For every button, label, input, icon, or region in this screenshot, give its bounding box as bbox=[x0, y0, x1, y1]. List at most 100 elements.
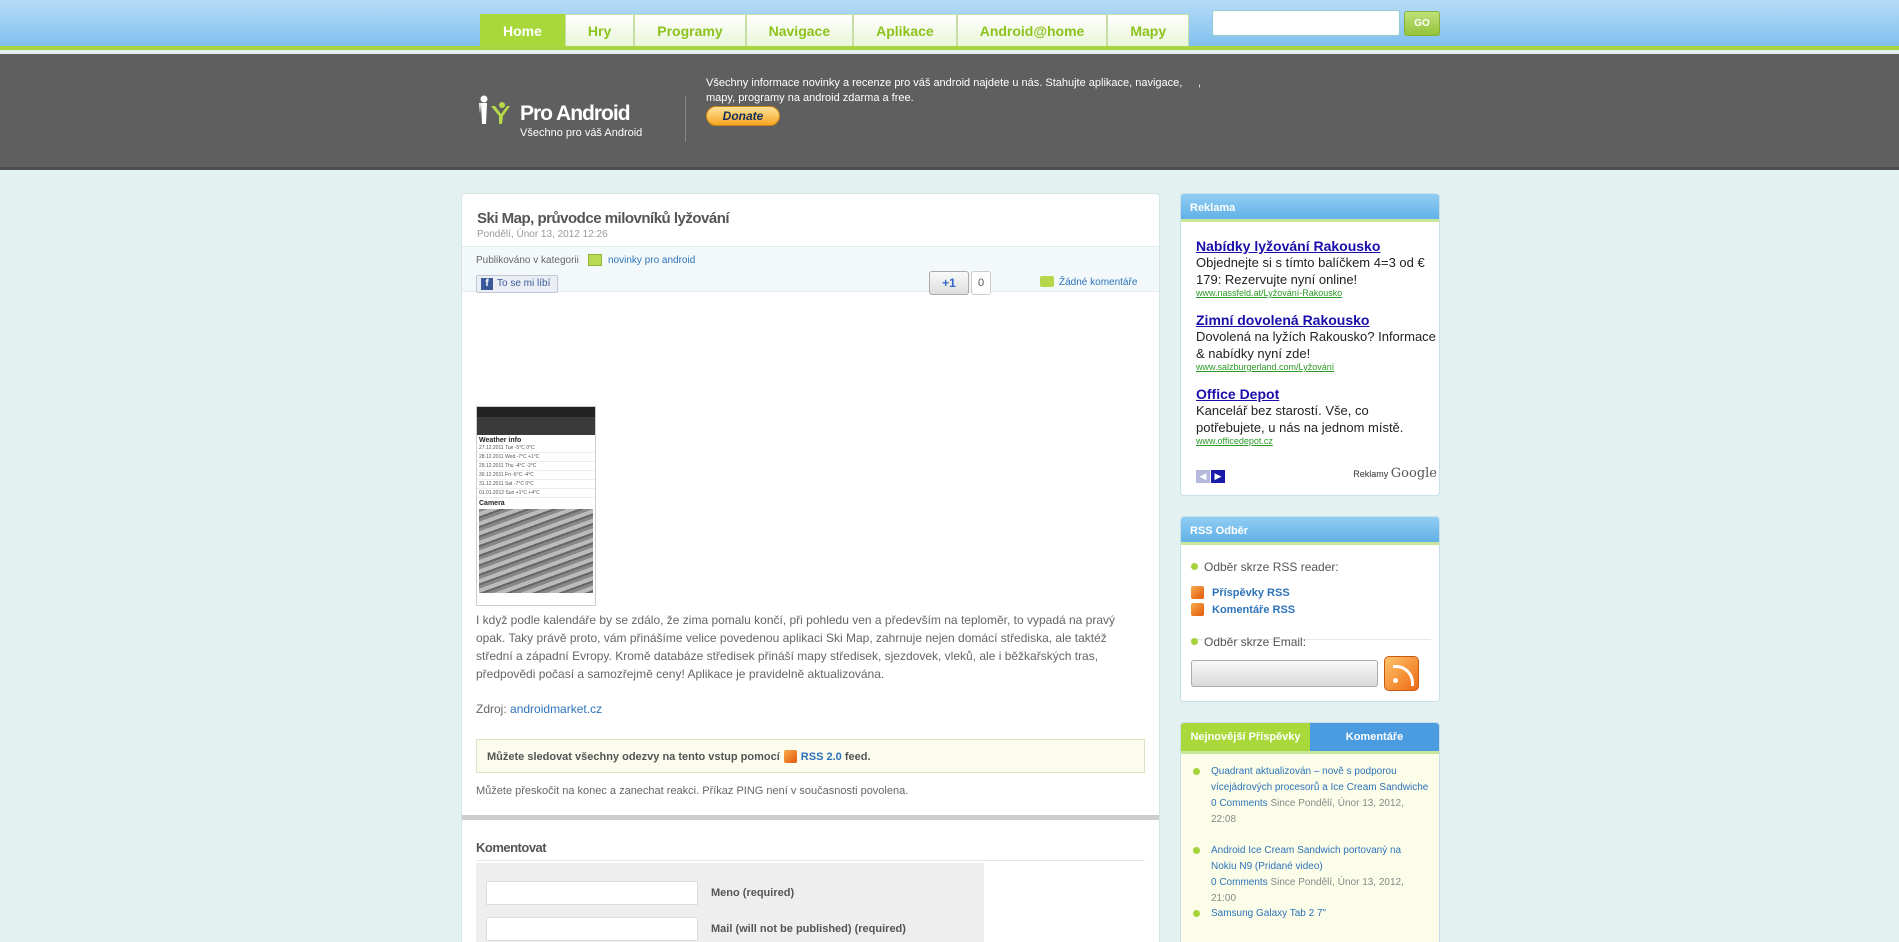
follow-text: Můžete sledovat všechny odezvy na tento … bbox=[487, 751, 780, 763]
ad-item[interactable]: Zimní dovolená Rakousko Dovolená na lyží… bbox=[1196, 312, 1439, 372]
donate-button[interactable]: Donate bbox=[706, 106, 780, 126]
ad-title[interactable]: Nabídky lyžování Rakousko bbox=[1196, 238, 1439, 254]
nav-home[interactable]: Home bbox=[480, 14, 565, 46]
ads-widget: Reklama Nabídky lyžování Rakousko Objedn… bbox=[1180, 193, 1440, 496]
post-meta: Publikováno v kategorii novinky pro andr… bbox=[462, 246, 1159, 295]
ad-title[interactable]: Zimní dovolená Rakousko bbox=[1196, 312, 1439, 328]
nav-programy[interactable]: Programy bbox=[634, 14, 746, 46]
bullet-icon bbox=[1193, 768, 1200, 775]
list-item: Android Ice Cream Sandwich portovaný na … bbox=[1193, 843, 1429, 907]
like-label: To se mi líbí bbox=[497, 278, 551, 289]
ad-next-arrow-icon[interactable]: ▶ bbox=[1211, 470, 1225, 483]
rss-comments-label: Komentáře RSS bbox=[1212, 604, 1296, 616]
rss-widget: RSS Odběr Odběr skrze RSS reader: Příspě… bbox=[1180, 516, 1440, 702]
comment-heading: Komentovat bbox=[476, 840, 547, 855]
top-navigation-bar: Home Hry Programy Navigace Aplikace Andr… bbox=[0, 0, 1899, 50]
post-separator bbox=[462, 815, 1159, 820]
source-link[interactable]: androidmarket.cz bbox=[510, 702, 602, 716]
search-input[interactable] bbox=[1212, 10, 1400, 36]
ads-widget-title: Reklama bbox=[1181, 194, 1439, 222]
ad-item[interactable]: Office Depot Kancelář bez starostí. Vše,… bbox=[1196, 386, 1439, 446]
rss-reader-item: Odběr skrze RSS reader: bbox=[1191, 560, 1339, 574]
google-plusone-button[interactable]: +1 bbox=[929, 271, 969, 295]
weather-info-title: Weather info bbox=[479, 437, 522, 444]
post-date: Pondělí, Únor 13, 2012 12:26 bbox=[477, 229, 608, 240]
post-source: Zdroj: androidmarket.cz bbox=[476, 702, 602, 716]
bullet-icon bbox=[1191, 638, 1198, 645]
recent-post-comments[interactable]: 0 Comments bbox=[1211, 877, 1268, 888]
weather-row: 01.01.2012 Sun +1°C +4°C bbox=[477, 489, 595, 498]
rss-subscribe-icon[interactable] bbox=[1384, 656, 1419, 691]
comment-bubble-icon bbox=[1040, 276, 1054, 287]
ad-prev-arrow-icon[interactable]: ◀ bbox=[1196, 470, 1210, 483]
rss-posts-link[interactable]: Příspěvky RSS bbox=[1191, 586, 1290, 599]
phone-status-bar bbox=[477, 407, 595, 417]
rss-comments-link[interactable]: Komentáře RSS bbox=[1191, 603, 1295, 616]
nav-hry[interactable]: Hry bbox=[564, 14, 635, 46]
ad-pager: ◀ ▶ bbox=[1196, 468, 1226, 483]
tab-recent-posts[interactable]: Nejnovější Příspěvky bbox=[1181, 723, 1310, 751]
weather-row: 29.12.2011 Thu -4°C -2°C bbox=[477, 462, 595, 471]
ad-url[interactable]: www.officedepot.cz bbox=[1196, 436, 1439, 446]
list-item: Quadrant aktualizován – nově s podporou … bbox=[1193, 764, 1429, 828]
ad-title[interactable]: Office Depot bbox=[1196, 386, 1439, 402]
ad-item[interactable]: Nabídky lyžování Rakousko Objednejte si … bbox=[1196, 238, 1439, 298]
recent-post-link[interactable]: Samsung Galaxy Tab 2 7" bbox=[1211, 908, 1326, 919]
mail-field[interactable] bbox=[486, 917, 698, 941]
nav-aplikace[interactable]: Aplikace bbox=[853, 14, 957, 46]
comment-form: Meno (required) Mail (will not be publis… bbox=[476, 863, 984, 942]
tab-bar: Nejnovější Příspěvky Komentáře bbox=[1181, 723, 1439, 751]
facebook-icon: f bbox=[481, 278, 493, 290]
ski-lift-camera-photo bbox=[479, 509, 593, 593]
post-body: I když podle kalendáře by se zdálo, že z… bbox=[476, 613, 1116, 681]
site-title[interactable]: Pro Android bbox=[520, 102, 631, 126]
ad-text: Kancelář bez starostí. Vše, co potřebuje… bbox=[1196, 403, 1404, 435]
comments-link[interactable]: Žádné komentáře bbox=[1059, 277, 1137, 288]
site-tagline: Všechno pro váš Android bbox=[520, 127, 643, 139]
recent-posts-list: Quadrant aktualizován – nově s podporou … bbox=[1181, 751, 1439, 942]
email-subscribe-input[interactable] bbox=[1191, 660, 1378, 687]
rss-posts-label: Příspěvky RSS bbox=[1212, 587, 1290, 599]
bullet-icon bbox=[1193, 847, 1200, 854]
rss-email-item: Odběr skrze Email: bbox=[1191, 635, 1306, 649]
header-info-text: Všechny informace novinky a recenze pro … bbox=[706, 77, 1183, 104]
logo-icon bbox=[479, 95, 510, 124]
category-link[interactable]: novinky pro android bbox=[608, 255, 695, 266]
plusone-count: 0 bbox=[971, 271, 991, 295]
post-title[interactable]: Ski Map, průvodce milovníků lyžování bbox=[477, 210, 730, 227]
go-button[interactable]: GO bbox=[1404, 11, 1440, 36]
nav-navigace[interactable]: Navigace bbox=[745, 14, 854, 46]
bullet-icon bbox=[1191, 563, 1198, 570]
nav-mapy[interactable]: Mapy bbox=[1107, 14, 1190, 46]
header-divider bbox=[685, 96, 686, 142]
post-screenshot[interactable]: Weather info 27.12.2011 Tue -5°C 0°C 28.… bbox=[476, 406, 596, 606]
comment-heading-line bbox=[476, 860, 1145, 861]
recent-post-comments[interactable]: 0 Comments bbox=[1211, 798, 1268, 809]
mail-label: Mail (will not be published) (required) bbox=[711, 923, 906, 935]
rss-icon bbox=[1191, 603, 1204, 616]
ads-footer-text: Reklamy bbox=[1353, 469, 1389, 479]
weather-row: 27.12.2011 Tue -5°C 0°C bbox=[477, 444, 595, 453]
posts-tabs-widget: Nejnovější Příspěvky Komentáře Quadrant … bbox=[1180, 722, 1440, 942]
google-logo: Google bbox=[1390, 466, 1437, 481]
tab-comments[interactable]: Komentáře bbox=[1310, 723, 1439, 751]
follow-suffix: feed. bbox=[844, 751, 871, 763]
facebook-like-button[interactable]: f To se mi líbí bbox=[476, 275, 558, 293]
name-label: Meno (required) bbox=[711, 887, 795, 899]
camera-title: Camera bbox=[479, 500, 505, 507]
weather-row: 28.12.2011 Wed -7°C +1°C bbox=[477, 453, 595, 462]
name-field[interactable] bbox=[486, 881, 698, 905]
source-label: Zdroj: bbox=[476, 702, 507, 716]
follow-rss-box: Můžete sledovat všechny odezvy na tento … bbox=[476, 739, 1145, 773]
header-info: Všechny informace novinky a recenze pro … bbox=[706, 76, 1206, 106]
recent-post-link[interactable]: Quadrant aktualizován – nově s podporou … bbox=[1211, 766, 1428, 793]
rss2-link[interactable]: RSS 2.0 bbox=[801, 751, 842, 763]
rss-reader-label: Odběr skrze RSS reader: bbox=[1204, 560, 1339, 574]
rss-widget-title: RSS Odběr bbox=[1181, 517, 1439, 545]
google-ads-label[interactable]: Reklamy Google bbox=[1353, 466, 1437, 481]
nav-android-home[interactable]: Android@home bbox=[956, 14, 1108, 46]
category-icon bbox=[588, 254, 602, 266]
recent-post-link[interactable]: Android Ice Cream Sandwich portovaný na … bbox=[1211, 845, 1401, 872]
ad-url[interactable]: www.salzburgerland.com/Lyžování bbox=[1196, 362, 1439, 372]
ad-url[interactable]: www.nassfeld.at/Lyžování-Rakousko bbox=[1196, 288, 1439, 298]
